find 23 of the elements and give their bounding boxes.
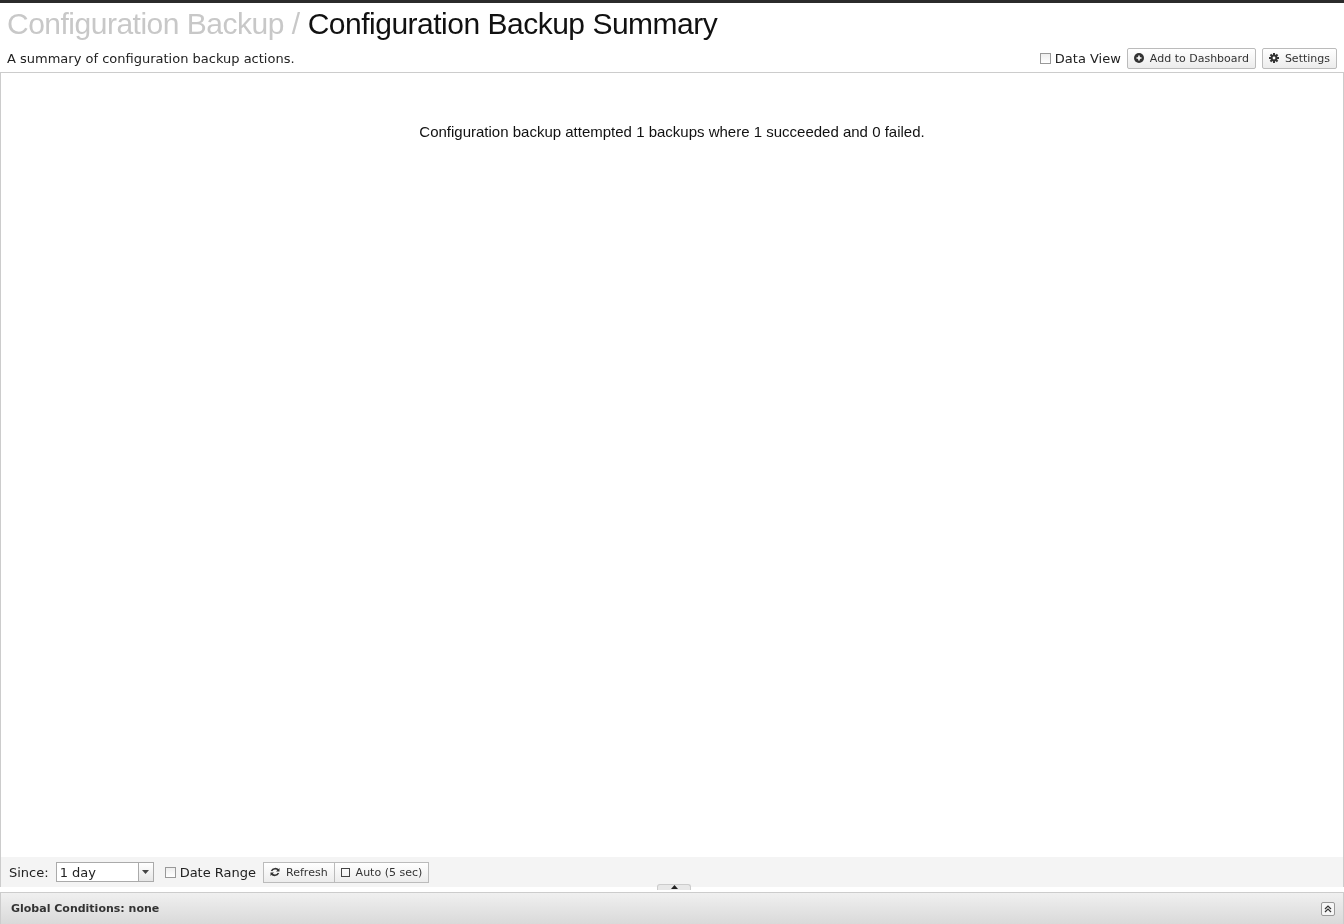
since-dropdown[interactable]: 1 day bbox=[55, 862, 154, 882]
caret-icon bbox=[142, 869, 150, 875]
settings-button[interactable]: Settings bbox=[1261, 47, 1337, 69]
refresh-button[interactable]: Refresh bbox=[263, 861, 335, 883]
page-title: Configuration Backup Summary bbox=[307, 7, 718, 41]
date-range-label: Date Range bbox=[179, 864, 257, 880]
data-view-label: Data View bbox=[1054, 50, 1121, 66]
double-chevron-up-icon bbox=[1324, 904, 1332, 913]
plus-circle-icon bbox=[1133, 53, 1144, 63]
add-to-dashboard-button[interactable]: Add to Dashboard bbox=[1126, 47, 1256, 69]
auto-refresh-toggle[interactable]: Auto (5 sec) bbox=[334, 861, 430, 883]
checkbox[interactable] bbox=[1039, 52, 1051, 64]
gear-icon bbox=[1268, 53, 1279, 63]
checkbox[interactable] bbox=[164, 866, 176, 878]
panel-handle[interactable] bbox=[657, 884, 691, 890]
expand-button[interactable] bbox=[1321, 901, 1335, 916]
refresh-icon bbox=[270, 867, 281, 877]
breadcrumb-separator: / bbox=[291, 7, 300, 41]
summary-message: Configuration backup attempted 1 backups where 1 succeeded and 0 failed. bbox=[419, 123, 925, 140]
since-label: Since: bbox=[9, 864, 49, 880]
global-conditions-label: Global Conditions: none bbox=[11, 902, 160, 915]
checkbox-icon bbox=[340, 867, 350, 877]
page-description: A summary of configuration backup actions. bbox=[7, 50, 295, 66]
